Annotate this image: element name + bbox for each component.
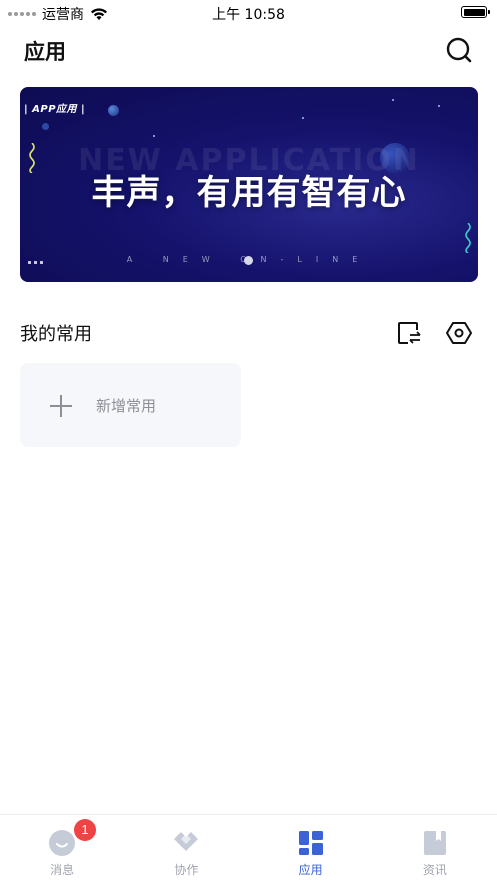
planet-decoration xyxy=(108,105,119,116)
tab-label: 协作 xyxy=(174,863,199,877)
status-time: 上午 10:58 xyxy=(212,7,285,23)
tab-apps[interactable]: 应用 xyxy=(249,815,373,883)
favorites-title: 我的常用 xyxy=(20,324,92,345)
tab-bar: 1 消息 协作 应用 资讯 xyxy=(0,814,497,883)
tab-collaboration[interactable]: 协作 xyxy=(124,815,248,883)
search-icon[interactable] xyxy=(445,36,473,64)
banner-dots-decoration xyxy=(28,261,43,264)
tab-news[interactable]: 资讯 xyxy=(373,815,497,883)
star-decoration xyxy=(153,135,155,137)
collaboration-icon xyxy=(174,832,199,851)
status-bar: 运营商 上午 10:58 xyxy=(0,0,497,26)
tab-label: 应用 xyxy=(298,863,323,877)
news-icon xyxy=(423,831,446,855)
page-title: 应用 xyxy=(24,40,66,64)
plus-icon xyxy=(50,395,72,417)
apps-icon xyxy=(298,831,323,855)
battery-icon xyxy=(461,6,490,18)
tab-messages[interactable]: 1 消息 xyxy=(0,815,124,883)
star-decoration xyxy=(438,105,440,107)
wave-decoration xyxy=(465,223,471,253)
swap-icon[interactable] xyxy=(396,320,422,346)
banner-headline: 丰声，有用有智有心 xyxy=(91,173,407,213)
header: 应用 xyxy=(0,30,497,74)
tab-label: 资讯 xyxy=(422,863,447,877)
banner-carousel[interactable]: | APP应用 | NEW APPLICATION 丰声，有用有智有心 A NE… xyxy=(20,87,478,282)
star-decoration xyxy=(302,117,304,119)
add-favorite-label: 新增常用 xyxy=(96,397,157,415)
carousel-indicator[interactable] xyxy=(244,256,253,265)
planet-decoration xyxy=(42,123,49,130)
tab-label: 消息 xyxy=(50,863,75,877)
settings-icon[interactable] xyxy=(446,320,472,346)
banner-tag: | APP应用 | xyxy=(24,104,86,115)
star-decoration xyxy=(392,99,394,101)
add-favorite-button[interactable]: 新增常用 xyxy=(20,363,241,447)
message-icon xyxy=(49,830,76,856)
unread-badge: 1 xyxy=(74,819,96,841)
